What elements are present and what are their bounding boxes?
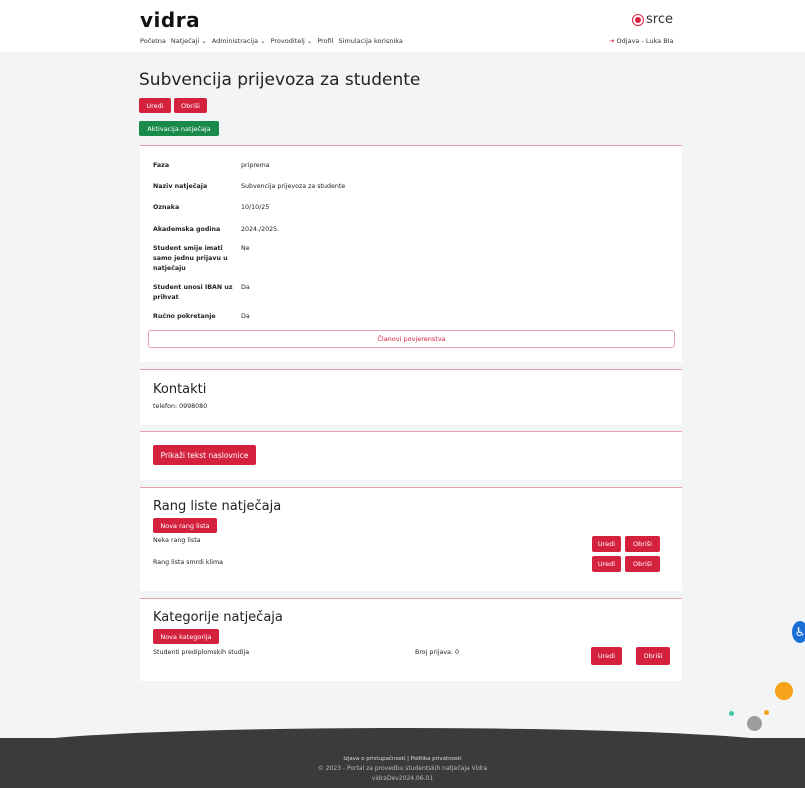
categories-card: Kategorije natječaja Nova kategorija Stu… [140,598,682,681]
detail-key: Naziv natječaja [153,183,208,190]
detail-value: Da [241,284,250,291]
top-bar: vidra Početna Natječaji ⌄ Administracija… [0,0,805,52]
logout-link[interactable]: ⇥ Odjava - Luka Bla [609,37,673,45]
nav-profile[interactable]: Profil [317,37,333,45]
vidra-logo[interactable]: vidra [140,8,200,32]
detail-key: Faza [153,162,170,169]
detail-value: 2024./2025. [241,226,280,233]
committee-button[interactable]: Članovi povjerenstva [148,330,675,348]
rank-lists-card: Rang liste natječaja Nova rang lista Nek… [140,487,682,591]
detail-key: Akademska godina [153,226,221,233]
detail-value: Da [241,313,250,320]
srce-label: srce [646,12,673,27]
nav-home[interactable]: Početna [140,37,166,45]
details-card: Faza priprema Naziv natječaja Subvencija… [140,145,682,362]
detail-value: priprema [241,162,270,169]
contacts-title: Kontakti [153,382,207,397]
category-count: Broj prijava: 0 [415,649,460,656]
category-name: Studenti prediplomskih studija [153,649,250,656]
srce-mark-icon [632,13,644,26]
detail-value: Ne [241,245,250,252]
rank-lists-title: Rang liste natječaja [153,499,282,514]
detail-key: Student smije imati samo jednu prijavu u… [153,245,228,272]
footer: Izjava o pristupačnosti | Politika priva… [0,728,805,788]
cover-card: Prikaži tekst naslovnice [140,431,682,480]
edit-button[interactable]: Uredi [139,98,171,113]
page-title: Subvencija prijevoza za studente [139,70,421,90]
decor-small-orange-dot [764,710,769,715]
logout-label: Odjava - Luka Bla [616,37,674,45]
decor-teal-dot [729,711,734,716]
decor-orange-dot [775,682,793,700]
footer-version: vidraDev2024.06.01 [371,775,434,782]
main-nav: Početna Natječaji ⌄ Administracija ⌄ Pro… [140,37,403,45]
footer-links[interactable]: Izjava o pristupačnosti | Politika priva… [0,738,805,762]
category-edit-button[interactable]: Uredi [591,647,622,665]
contacts-card: Kontakti telefon: 0998080 [140,369,682,425]
detail-value: Subvencija prijevoza za studente [241,183,346,190]
rank-edit-button[interactable]: Uredi [592,556,621,572]
detail-key: Student unosi IBAN uz prihvat [153,284,233,301]
accessibility-icon[interactable]: ♿ [792,621,805,643]
rank-delete-button[interactable]: Obriši [625,536,660,552]
categories-title: Kategorije natječaja [153,610,283,625]
contacts-phone: telefon: 0998080 [153,403,208,410]
show-cover-button[interactable]: Prikaži tekst naslovnice [153,445,256,465]
decor-gray-dot [747,716,762,731]
detail-key: Oznaka [153,204,180,211]
new-rank-list-button[interactable]: Nova rang lista [153,518,217,533]
delete-button[interactable]: Obriši [174,98,207,113]
rank-list-name: Neka rang lista [153,537,201,544]
new-category-button[interactable]: Nova kategorija [153,629,219,644]
rank-delete-button[interactable]: Obriši [625,556,660,572]
category-delete-button[interactable]: Obriši [636,647,670,665]
detail-value: 10/10/25 [241,204,270,211]
nav-competitions[interactable]: Natječaji ⌄ [171,37,207,45]
activate-button[interactable]: Aktivacija natječaja [139,121,219,136]
nav-administration[interactable]: Administracija ⌄ [212,37,266,45]
srce-logo: srce [632,12,673,27]
footer-copyright: © 2023 - Portal za provedbu studentskih … [317,765,488,772]
rank-list-name: Rang lista smrdi klima [153,559,223,566]
logout-icon: ⇥ [609,37,615,45]
rank-edit-button[interactable]: Uredi [592,536,621,552]
detail-key: Ručno pokretanje [153,313,216,320]
nav-provider[interactable]: Provoditelj ⌄ [271,37,313,45]
nav-simulation[interactable]: Simulacija korisnika [339,37,403,45]
